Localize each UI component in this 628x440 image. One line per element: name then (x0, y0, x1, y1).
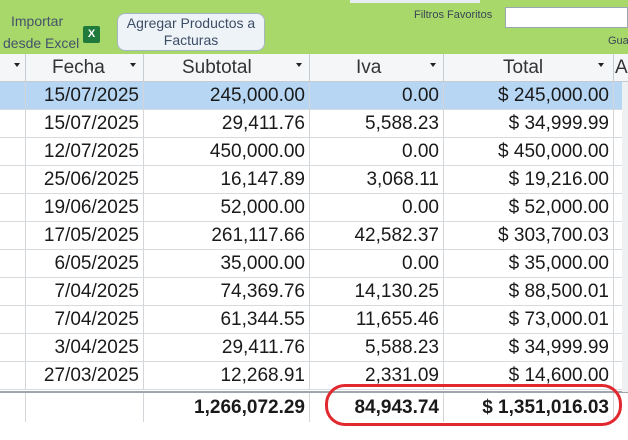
vertical-scrollbar[interactable] (622, 82, 628, 392)
table-row[interactable]: 6/05/2025 35,000.00 0.00 $ 35,000.00 (0, 250, 628, 278)
table-row[interactable]: 12/07/2025 450,000.00 0.00 $ 450,000.00 (0, 138, 628, 166)
favorite-filters-label: Filtros Favoritos (414, 9, 493, 21)
cell-subtotal[interactable]: 29,411.76 (144, 110, 310, 138)
cell-iva[interactable]: 11,655.46 (310, 306, 444, 334)
cell-iva[interactable]: 5,588.23 (310, 110, 444, 138)
cell-fecha[interactable]: 19/06/2025 (26, 194, 144, 222)
column-header-fecha: Fecha (52, 57, 105, 78)
excel-icon: X (83, 26, 103, 43)
table-row[interactable]: 15/07/2025 245,000.00 0.00 $ 245,000.00 (0, 82, 628, 110)
sort-dropdown-icon[interactable] (598, 63, 604, 67)
favorite-filters-input[interactable] (505, 7, 628, 28)
row-selector[interactable] (0, 306, 26, 334)
column-header-iva: Iva (356, 57, 382, 78)
column-header-total: Total (503, 57, 544, 78)
cell-subtotal[interactable]: 12,268.91 (144, 362, 310, 390)
cell-fecha[interactable]: 7/04/2025 (26, 306, 144, 334)
cell-total[interactable]: $ 19,216.00 (444, 166, 614, 194)
cell-fecha[interactable]: 25/06/2025 (26, 166, 144, 194)
cell-total[interactable]: $ 88,500.01 (444, 278, 614, 306)
cell-subtotal[interactable]: 35,000.00 (144, 250, 310, 278)
cell-subtotal[interactable]: 245,000.00 (144, 82, 310, 110)
add-products-to-invoices-button[interactable]: Agregar Productos a Facturas (117, 13, 265, 51)
header-cell-total[interactable]: Total (444, 54, 614, 82)
totals-highlight-annotation (325, 384, 622, 426)
table-row[interactable]: 3/04/2025 29,411.76 5,588.23 $ 34,999.99 (0, 334, 628, 362)
toolbar-gap (350, 0, 480, 3)
cell-total[interactable]: $ 450,000.00 (444, 138, 614, 166)
row-selector[interactable] (0, 362, 26, 390)
cell-iva[interactable]: 0.00 (310, 250, 444, 278)
cell-total[interactable]: $ 52,000.00 (444, 194, 614, 222)
cell-fecha[interactable]: 17/05/2025 (26, 222, 144, 250)
column-header-subtotal: Subtotal (182, 57, 252, 78)
header-cell-extra[interactable]: A (614, 54, 628, 82)
cell-total[interactable]: $ 34,999.99 (444, 334, 614, 362)
totals-selector-cell (0, 393, 26, 422)
row-selector[interactable] (0, 334, 26, 362)
row-selector[interactable] (0, 194, 26, 222)
cell-iva[interactable]: 42,582.37 (310, 222, 444, 250)
header-cell-fecha[interactable]: Fecha (26, 54, 144, 82)
table-row[interactable]: 25/06/2025 16,147.89 3,068.11 $ 19,216.00 (0, 166, 628, 194)
total-subtotal: 1,266,072.29 (144, 393, 310, 422)
cell-iva[interactable]: 3,068.11 (310, 166, 444, 194)
cell-subtotal[interactable]: 74,369.76 (144, 278, 310, 306)
cell-subtotal[interactable]: 261,117.66 (144, 222, 310, 250)
cell-fecha[interactable]: 3/04/2025 (26, 334, 144, 362)
cell-iva[interactable]: 14,130.25 (310, 278, 444, 306)
header-cell-row-selector[interactable] (0, 54, 26, 82)
row-selector[interactable] (0, 82, 26, 110)
row-selector[interactable] (0, 110, 26, 138)
table-row[interactable]: 15/07/2025 29,411.76 5,588.23 $ 34,999.99 (0, 110, 628, 138)
bottom-strip (0, 424, 628, 440)
cell-fecha[interactable]: 6/05/2025 (26, 250, 144, 278)
table-row[interactable]: 7/04/2025 74,369.76 14,130.25 $ 88,500.01 (0, 278, 628, 306)
import-from-excel-button[interactable]: Importar desde Excel X (3, 12, 103, 52)
sort-dropdown-icon[interactable] (430, 63, 436, 67)
table-row[interactable]: 7/04/2025 61,344.55 11,655.46 $ 73,000.01 (0, 306, 628, 334)
cell-fecha[interactable]: 7/04/2025 (26, 278, 144, 306)
row-selector[interactable] (0, 166, 26, 194)
totals-fecha-cell (26, 393, 144, 422)
column-header-extra: A (615, 57, 628, 78)
import-label-line1: Importar (11, 13, 64, 29)
cell-total[interactable]: $ 34,999.99 (444, 110, 614, 138)
cell-fecha[interactable]: 27/03/2025 (26, 362, 144, 390)
cell-subtotal[interactable]: 16,147.89 (144, 166, 310, 194)
save-label[interactable]: Gua (608, 35, 628, 47)
cell-total[interactable]: $ 73,000.01 (444, 306, 614, 334)
table-row[interactable]: 19/06/2025 52,000.00 0.00 $ 52,000.00 (0, 194, 628, 222)
cell-total[interactable]: $ 303,700.03 (444, 222, 614, 250)
row-selector[interactable] (0, 250, 26, 278)
row-selector[interactable] (0, 138, 26, 166)
cell-fecha[interactable]: 15/07/2025 (26, 110, 144, 138)
cell-iva[interactable]: 5,588.23 (310, 334, 444, 362)
table-row[interactable]: 17/05/2025 261,117.66 42,582.37 $ 303,700.0… (0, 222, 628, 250)
sort-dropdown-icon[interactable] (14, 63, 20, 67)
cell-subtotal[interactable]: 61,344.55 (144, 306, 310, 334)
row-selector[interactable] (0, 278, 26, 306)
toolbar: Importar desde Excel X Agregar Productos… (0, 0, 628, 54)
cell-fecha[interactable]: 15/07/2025 (26, 82, 144, 110)
cell-subtotal[interactable]: 52,000.00 (144, 194, 310, 222)
row-selector[interactable] (0, 222, 26, 250)
cell-subtotal[interactable]: 29,411.76 (144, 334, 310, 362)
cell-subtotal[interactable]: 450,000.00 (144, 138, 310, 166)
cell-iva[interactable]: 0.00 (310, 138, 444, 166)
header-cell-subtotal[interactable]: Subtotal (144, 54, 310, 82)
sort-dropdown-icon[interactable] (130, 63, 136, 67)
header-cell-iva[interactable]: Iva (310, 54, 444, 82)
cell-fecha[interactable]: 12/07/2025 (26, 138, 144, 166)
import-label-line2: desde Excel (3, 35, 80, 51)
cell-iva[interactable]: 0.00 (310, 82, 444, 110)
cell-total[interactable]: $ 245,000.00 (444, 82, 614, 110)
sort-dropdown-icon[interactable] (296, 63, 302, 67)
cell-iva[interactable]: 0.00 (310, 194, 444, 222)
grid-header: Fecha Subtotal Iva Total A (0, 54, 628, 82)
cell-total[interactable]: $ 35,000.00 (444, 250, 614, 278)
